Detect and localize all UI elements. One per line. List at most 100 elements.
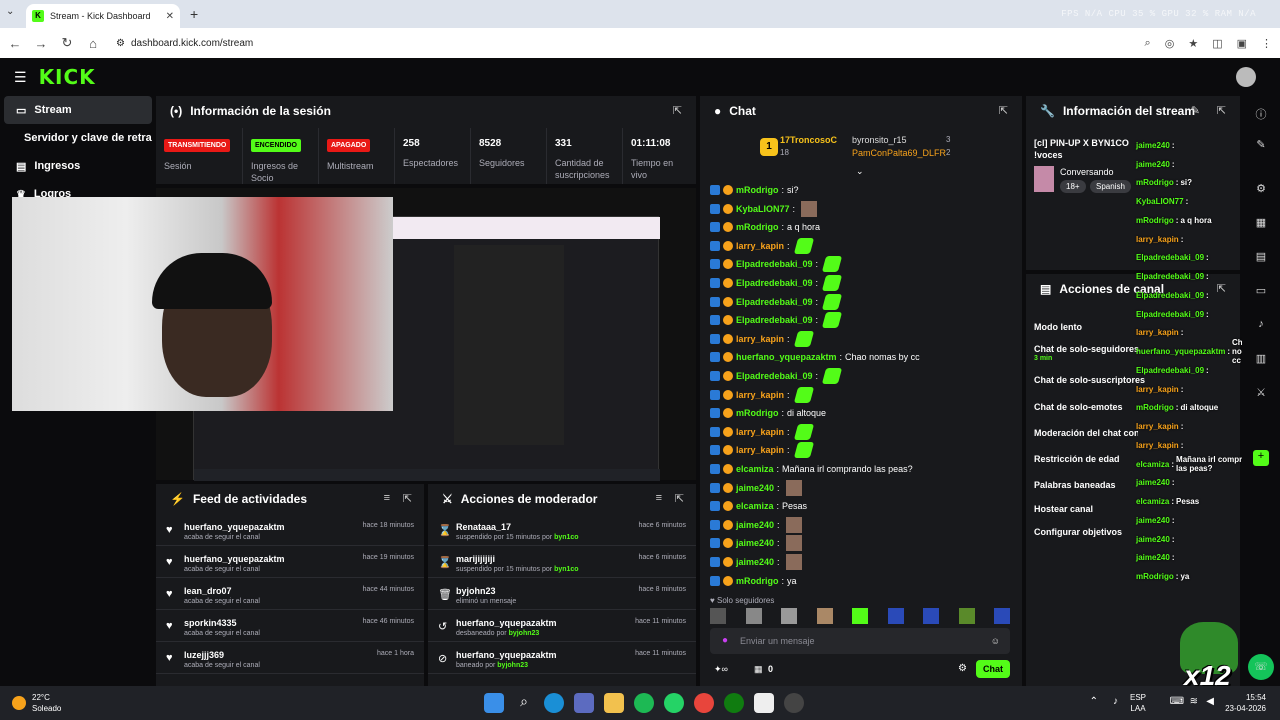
close-tab-icon[interactable]: ✕ xyxy=(166,11,174,22)
back-icon[interactable]: ← xyxy=(8,36,22,51)
gift-icon[interactable]: ▦ xyxy=(754,664,763,675)
chat-username[interactable]: larry_kapin xyxy=(736,334,784,344)
action-emotes-only[interactable]: Chat de solo-emotes xyxy=(1034,402,1123,412)
action-slow-mode[interactable]: Modo lento xyxy=(1034,322,1082,332)
action-goals[interactable]: Configurar objetivos xyxy=(1034,527,1122,537)
chat-username[interactable]: elcamiza xyxy=(736,464,774,474)
emote-icon[interactable] xyxy=(745,608,762,624)
leader-name[interactable]: 17TroncosoC xyxy=(780,135,837,145)
mic-tray-icon[interactable]: ♪ xyxy=(1113,696,1118,707)
chat-username[interactable]: jaime240 xyxy=(736,483,774,493)
emote-icon[interactable] xyxy=(923,608,939,624)
layout-icon[interactable]: ▥ xyxy=(1253,352,1269,368)
clock[interactable]: 15:54 23-04-2026 xyxy=(1225,692,1266,714)
start-icon[interactable] xyxy=(484,693,504,713)
copilot-icon[interactable] xyxy=(574,693,594,713)
tray-chevron-icon[interactable]: ⌃ xyxy=(1090,696,1098,707)
chat-username[interactable]: Elpadredebaki_09 xyxy=(736,278,813,288)
action-ai-moderation[interactable]: Moderación del chat con IA xyxy=(1034,428,1138,438)
mod-user[interactable]: huerfano_yquepazaktm xyxy=(456,650,557,660)
volume-icon[interactable]: ◀ xyxy=(1206,696,1214,707)
action-age-restriction[interactable]: Restricción de edad xyxy=(1034,454,1120,464)
settings-icon[interactable]: ⚙ xyxy=(1253,182,1269,198)
mic-icon[interactable]: ● xyxy=(722,635,728,646)
chat-username[interactable]: jaime240 xyxy=(736,557,774,567)
mod-by[interactable]: byjohn23 xyxy=(509,630,540,637)
action-followers-only[interactable]: Chat de solo-seguidores xyxy=(1034,344,1139,354)
action-banned-words[interactable]: Palabras baneadas xyxy=(1034,480,1116,490)
weather-widget[interactable]: 22°C Soleado xyxy=(12,692,61,714)
new-tab-icon[interactable]: + xyxy=(190,6,198,22)
emote-icon[interactable] xyxy=(887,608,904,624)
emote-icon[interactable] xyxy=(994,608,1010,624)
browser-menu-icon[interactable]: ⋮ xyxy=(1261,37,1272,50)
emote-icon[interactable] xyxy=(958,608,975,624)
action-subs-only[interactable]: Chat de solo-suscriptores xyxy=(1034,375,1145,385)
chat-username[interactable]: larry_kapin xyxy=(736,241,784,251)
kick-logo[interactable]: KICK xyxy=(39,65,96,89)
wifi-icon[interactable]: ≋ xyxy=(1190,696,1198,707)
chat-username[interactable]: elcamiza xyxy=(736,501,774,511)
chat-username[interactable]: larry_kapin xyxy=(736,427,784,437)
edge-icon[interactable] xyxy=(544,693,564,713)
feed-user[interactable]: sporkin4335 xyxy=(184,618,237,628)
chrome-icon[interactable] xyxy=(694,693,714,713)
paint-icon[interactable] xyxy=(754,693,774,713)
chat-username[interactable]: KybaLION77 xyxy=(736,204,790,214)
eye-off-icon[interactable]: ◎ xyxy=(1165,37,1175,50)
chat-username[interactable]: mRodrigo xyxy=(736,576,779,586)
info-icon[interactable]: ⓘ xyxy=(1253,106,1269,122)
home-icon[interactable]: ⌂ xyxy=(86,36,100,51)
mod-user[interactable]: byjohn23 xyxy=(456,586,496,596)
chat-username[interactable]: Elpadredebaki_09 xyxy=(736,315,813,325)
mod-user[interactable]: marijijijiji xyxy=(456,554,495,564)
site-info-icon[interactable]: ⚙ xyxy=(116,38,125,49)
leader-name[interactable]: PamConPalta69_DLFR xyxy=(852,148,946,158)
language-indicator[interactable]: ESP LAA xyxy=(1130,692,1146,714)
chat-input[interactable]: Enviar un mensaje ☺ xyxy=(710,628,1010,654)
mod-user[interactable]: huerfano_yquepazaktm xyxy=(456,618,557,628)
popout-icon[interactable]: ⇱ xyxy=(675,492,684,505)
forward-icon[interactable]: → xyxy=(34,36,48,51)
emote-icon[interactable] xyxy=(852,608,868,624)
file-explorer-icon[interactable] xyxy=(604,693,624,713)
popout-icon[interactable]: ⇱ xyxy=(673,104,682,117)
xbox-icon[interactable] xyxy=(724,693,744,713)
popout-icon[interactable]: ⇱ xyxy=(403,492,412,505)
feed-user[interactable]: luzejjj369 xyxy=(184,650,224,660)
list-icon[interactable]: ▤ xyxy=(1253,250,1269,266)
sword-icon[interactable]: ⚔ xyxy=(1253,386,1269,402)
chat-icon[interactable]: ▭ xyxy=(1253,284,1269,300)
feed-user[interactable]: huerfano_yquepazaktm xyxy=(184,522,285,532)
chat-username[interactable]: Elpadredebaki_09 xyxy=(736,371,813,381)
expand-chevron-icon[interactable]: ⌄ xyxy=(856,166,864,177)
mod-user[interactable]: Renataaa_17 xyxy=(456,522,511,532)
filter-icon[interactable]: ≡ xyxy=(656,492,662,504)
whatsapp-icon[interactable] xyxy=(664,693,684,713)
chat-username[interactable]: jaime240 xyxy=(736,520,774,530)
network-icon[interactable]: ⌨ xyxy=(1170,696,1184,707)
obs-icon[interactable] xyxy=(784,693,804,713)
settings-gear-icon[interactable]: ⚙ xyxy=(958,663,967,674)
filter-icon[interactable]: ≡ xyxy=(384,492,390,504)
feed-user[interactable]: huerfano_yquepazaktm xyxy=(184,554,285,564)
emote-icon[interactable] xyxy=(781,608,797,624)
chat-username[interactable]: huerfano_yquepazaktm xyxy=(736,352,837,362)
mod-by[interactable]: byn1co xyxy=(554,566,579,573)
zoom-icon[interactable]: ⌕ xyxy=(1145,37,1151,50)
support-chat-icon[interactable]: ☏ xyxy=(1248,654,1274,680)
extensions-icon[interactable]: ◫ xyxy=(1212,37,1222,50)
chat-username[interactable]: mRodrigo xyxy=(736,408,779,418)
popout-icon[interactable]: ⇱ xyxy=(999,104,1008,117)
channel-points-icon[interactable]: ✦∞ xyxy=(714,664,728,675)
spotify-icon[interactable] xyxy=(634,693,654,713)
sidebar-item-server-key[interactable]: Servidor y clave de retransmisión xyxy=(4,124,152,152)
mod-by[interactable]: byn1co xyxy=(554,534,579,541)
music-icon[interactable]: ♪ xyxy=(1253,318,1269,334)
grid-icon[interactable]: ▦ xyxy=(1253,216,1269,232)
feed-user[interactable]: lean_dro07 xyxy=(184,586,232,596)
mod-by[interactable]: byjohn23 xyxy=(497,662,528,669)
chat-username[interactable]: Elpadredebaki_09 xyxy=(736,259,813,269)
tab-list-icon[interactable]: ⌄ xyxy=(6,6,14,17)
sidebar-item-stream[interactable]: ▭ Stream xyxy=(4,96,152,124)
